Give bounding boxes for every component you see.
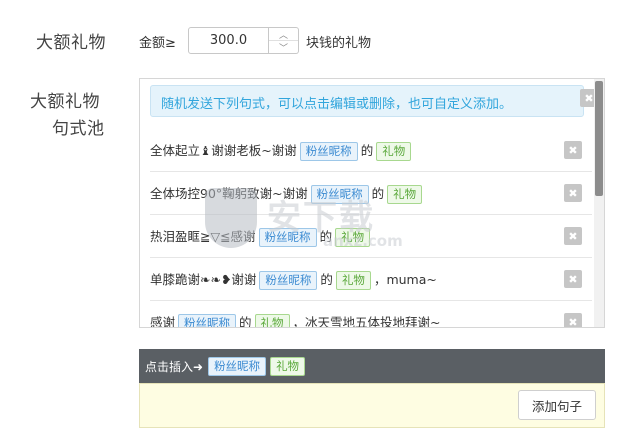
gift-tag: 礼物 <box>335 270 371 290</box>
sentence-text-part: 单膝跪谢❧❧❥谢谢 <box>150 271 257 287</box>
sentence-text[interactable]: 热泪盈眶≧▽≦感谢 粉丝昵称的礼物 <box>150 226 373 247</box>
big-gift-label: 大额礼物 <box>36 33 106 53</box>
sentence-text-part: 感谢 <box>150 314 176 328</box>
chevron-up-icon[interactable]: ︿ <box>269 28 298 41</box>
sentence-text-part: 的 <box>239 314 252 328</box>
sentence-text-part: 的 <box>320 271 333 287</box>
amount-prefix-label: 金额≥ <box>139 36 176 51</box>
sentence-pool-list: 随机发送下列句式，可以点击编辑或删除，也可自定义添加。 ✖ 全体起立♝谢谢老板~… <box>139 78 605 328</box>
sentence-pool-label-line2: 句式池 <box>52 119 105 139</box>
gift-tag: 礼物 <box>376 141 412 161</box>
sentence-row[interactable]: 全体场控90°鞠躬致谢~谢谢 粉丝昵称的礼物 ✖ <box>150 172 592 215</box>
sentence-text[interactable]: 全体场控90°鞠躬致谢~谢谢 粉丝昵称的礼物 <box>150 183 425 204</box>
pool-scrollbar[interactable] <box>594 79 604 327</box>
amount-input[interactable] <box>188 27 269 54</box>
pool-notice: 随机发送下列句式，可以点击编辑或删除，也可自定义添加。 <box>150 85 584 117</box>
chevron-down-icon[interactable]: ﹀ <box>269 41 298 54</box>
insert-fan-nickname-tag[interactable]: 粉丝昵称 <box>208 356 267 376</box>
sentence-text-part: 的 <box>371 185 385 201</box>
sentence-text-part: ，冰天雪地五体投地拜谢~ <box>292 314 441 328</box>
sentence-row[interactable]: 全体起立♝谢谢老板~谢谢 粉丝昵称的礼物 ✖ <box>150 129 592 172</box>
gift-tag: 礼物 <box>335 227 371 247</box>
sentence-text-part: ，muma~ <box>373 271 437 287</box>
sentence-text[interactable]: 全体起立♝谢谢老板~谢谢 粉丝昵称的礼物 <box>150 140 414 161</box>
sentence-text-part: 的 <box>319 228 333 244</box>
delete-icon[interactable]: ✖ <box>564 270 582 288</box>
gift-tag: 礼物 <box>387 184 423 204</box>
sentence-pool-label-line1: 大额礼物 <box>30 92 100 112</box>
scrollbar-thumb[interactable] <box>595 81 603 196</box>
insert-bar: 点击插入➜ 粉丝昵称 礼物 <box>139 349 605 383</box>
sentence-row[interactable]: 热泪盈眶≧▽≦感谢 粉丝昵称的礼物 ✖ <box>150 215 592 258</box>
fan-nickname-tag: 粉丝昵称 <box>178 313 237 327</box>
delete-icon[interactable]: ✖ <box>564 313 582 327</box>
sentence-text-part: 全体场控90°鞠躬致谢~谢谢 <box>150 185 308 201</box>
sentence-row[interactable]: 感谢 粉丝昵称的礼物 ，冰天雪地五体投地拜谢~ ✖ <box>150 301 592 328</box>
add-sentence-button[interactable]: 添加句子 <box>518 390 596 420</box>
fan-nickname-tag: 粉丝昵称 <box>299 141 358 161</box>
insert-gift-tag[interactable]: 礼物 <box>270 356 306 376</box>
sentence-text-part: 全体起立♝谢谢老板~谢谢 <box>150 142 297 158</box>
new-sentence-area[interactable]: 添加句子 <box>139 383 605 428</box>
fan-nickname-tag: 粉丝昵称 <box>258 227 317 247</box>
amount-suffix-label: 块钱的礼物 <box>306 36 372 51</box>
sentence-text[interactable]: 感谢 粉丝昵称的礼物 ，冰天雪地五体投地拜谢~ <box>150 312 441 328</box>
delete-icon[interactable]: ✖ <box>564 184 582 202</box>
amount-stepper[interactable]: ︿ ﹀ <box>269 27 299 54</box>
sentence-row[interactable]: 单膝跪谢❧❧❥谢谢 粉丝昵称的礼物 ，muma~ ✖ <box>150 258 592 301</box>
sentence-text[interactable]: 单膝跪谢❧❧❥谢谢 粉丝昵称的礼物 ，muma~ <box>150 269 437 290</box>
fan-nickname-tag: 粉丝昵称 <box>259 270 318 290</box>
delete-icon[interactable]: ✖ <box>564 227 582 245</box>
delete-icon[interactable]: ✖ <box>564 141 582 159</box>
gift-tag: 礼物 <box>254 313 290 327</box>
sentence-text-part: 的 <box>360 142 374 158</box>
sentence-text-part: 热泪盈眶≧▽≦感谢 <box>150 228 256 244</box>
insert-label: 点击插入➜ <box>145 359 204 374</box>
fan-nickname-tag: 粉丝昵称 <box>310 184 369 204</box>
